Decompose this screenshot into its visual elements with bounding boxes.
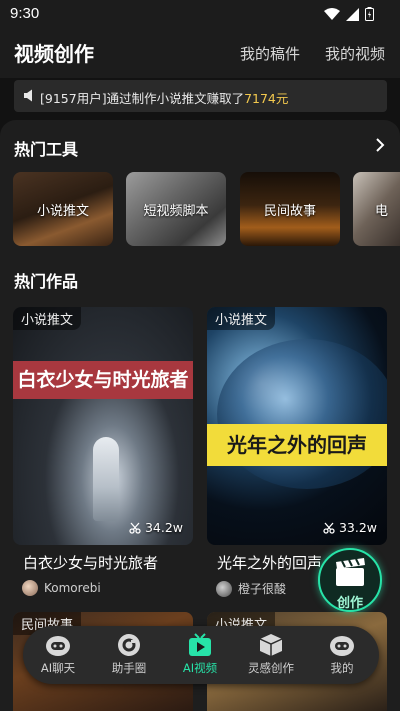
page-title: 视频创作 <box>14 42 94 66</box>
view-count: 34.2w <box>129 520 183 535</box>
view-count: 33.2w <box>323 520 377 535</box>
nav-ai-chat[interactable]: AI聊天 <box>28 632 88 676</box>
status-icons <box>324 7 374 21</box>
cover-title: 白衣少女与时光旅者 <box>13 361 193 399</box>
nav-assistant-circle[interactable]: 助手圈 <box>99 632 159 676</box>
tool-label: 短视频脚本 <box>143 204 209 219</box>
create-button[interactable]: 创作 <box>318 548 382 612</box>
nav-label: 我的 <box>330 661 354 675</box>
tool-novel-promo[interactable]: 小说推文 <box>13 172 113 246</box>
circle-icon <box>118 634 140 656</box>
robot-icon <box>46 636 70 656</box>
cover-planet <box>217 339 387 489</box>
tool-label: 小说推文 <box>36 204 89 219</box>
cube-icon <box>259 634 283 656</box>
notice-text: [9157用户]通过制作小说推文赚取了7174元 <box>40 88 288 107</box>
notice-message: [9157用户]通过制作小说推文赚取了 <box>40 91 245 106</box>
signal-icon <box>346 7 359 21</box>
nav-inspiration[interactable]: 灵感创作 <box>241 632 301 676</box>
tv-play-icon <box>189 633 211 656</box>
nav-label: AI视频 <box>182 661 218 675</box>
earnings-notice[interactable]: [9157用户]通过制作小说推文赚取了7174元 <box>14 80 387 112</box>
clapperboard-icon <box>336 558 365 586</box>
author[interactable]: 橙子很酸 <box>216 580 286 597</box>
notice-amount: 7174元 <box>244 91 289 106</box>
nav-label: 灵感创作 <box>248 661 294 675</box>
bottom-nav: AI聊天 助手圈 AI视频 灵感创作 我的 <box>23 626 379 684</box>
tool-label: 电 <box>375 204 389 219</box>
work-tag: 小说推文 <box>207 307 276 330</box>
avatar <box>216 580 232 597</box>
author[interactable]: Komorebi <box>22 580 101 596</box>
tool-short-video-script[interactable]: 短视频脚本 <box>126 172 226 246</box>
create-label: 创作 <box>336 596 363 611</box>
nav-profile[interactable]: 我的 <box>312 632 372 676</box>
work-card[interactable]: 小说推文 白衣少女与时光旅者 34.2w <box>13 307 193 545</box>
profile-robot-icon <box>330 636 354 656</box>
author-name: 橙子很酸 <box>238 582 287 596</box>
header: 视频创作 我的稿件 我的视频 <box>0 28 400 78</box>
tool-partial[interactable]: 电 <box>353 172 400 246</box>
nav-ai-video[interactable]: AI视频 <box>170 632 230 676</box>
hot-tools-title: 热门工具 <box>14 140 79 159</box>
status-bar: 9:30 <box>0 0 400 28</box>
my-videos-link[interactable]: 我的视频 <box>325 43 385 64</box>
cover-figure <box>93 437 119 521</box>
cover-title: 光年之外的回声 <box>207 424 387 466</box>
tool-label: 民间故事 <box>263 204 316 219</box>
work-title[interactable]: 光年之外的回声 <box>217 552 322 573</box>
battery-icon <box>365 7 374 21</box>
tool-folk-story[interactable]: 民间故事 <box>240 172 340 246</box>
wifi-icon <box>324 7 340 20</box>
chevron-right-icon[interactable] <box>372 137 388 153</box>
work-card[interactable]: 小说推文 光年之外的回声 33.2w <box>207 307 387 545</box>
work-title[interactable]: 白衣少女与时光旅者 <box>23 552 158 573</box>
scissors-icon <box>323 522 335 534</box>
view-count-value: 34.2w <box>144 520 183 535</box>
author-name: Komorebi <box>44 581 101 595</box>
scissors-icon <box>129 522 141 534</box>
work-tag: 小说推文 <box>13 307 82 330</box>
status-time: 9:30 <box>10 5 40 22</box>
my-drafts-link[interactable]: 我的稿件 <box>240 43 300 64</box>
view-count-value: 33.2w <box>338 520 377 535</box>
avatar <box>22 580 38 596</box>
speaker-icon <box>24 89 32 102</box>
hot-works-title: 热门作品 <box>14 272 79 291</box>
nav-label: AI聊天 <box>40 661 76 675</box>
nav-label: 助手圈 <box>111 661 147 675</box>
